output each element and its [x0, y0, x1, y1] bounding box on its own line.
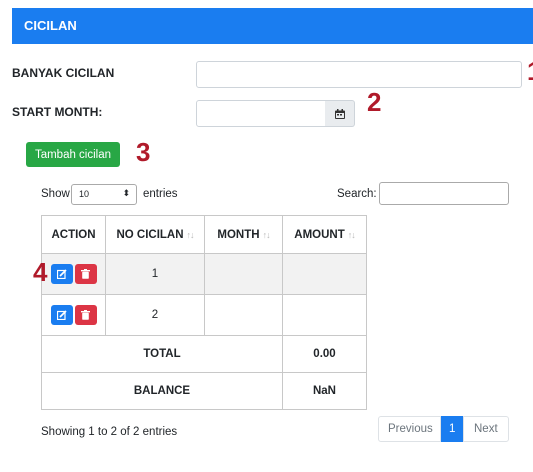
marker-2: 2 — [367, 87, 382, 117]
select-caret-icon: ⬍ — [122, 188, 130, 198]
col-no-cicilan[interactable]: NO CICILAN ↑↓ — [105, 215, 205, 254]
entries-select[interactable]: 10 ⬍ — [71, 184, 137, 205]
col-amount[interactable]: AMOUNT ↑↓ — [282, 215, 367, 254]
balance-label: BALANCE — [41, 372, 283, 410]
search-label: Search: — [337, 188, 377, 200]
calendar-icon — [335, 109, 345, 119]
trash-icon — [81, 310, 90, 320]
row-amount — [282, 253, 367, 295]
col-action: ACTION — [41, 215, 106, 254]
start-month-label: START MONTH: — [12, 105, 103, 119]
delete-button[interactable] — [74, 264, 97, 284]
banyak-cicilan-label: BANYAK CICILAN — [12, 66, 115, 80]
total-value: 0.00 — [282, 335, 367, 373]
trash-icon — [81, 269, 90, 279]
card-header: CICILAN — [12, 8, 533, 44]
start-month-input[interactable] — [196, 100, 326, 127]
calendar-button[interactable] — [325, 100, 355, 127]
entries-label: entries — [143, 188, 178, 200]
sort-icon: ↑↓ — [186, 229, 195, 240]
cicilan-table: ACTION NO CICILAN↑↓ MONTH↑↓ AMOUNT↑↓ — [41, 215, 367, 410]
marker-4: 4 — [33, 257, 48, 287]
edit-button[interactable] — [50, 305, 73, 325]
balance-value: NaN — [282, 372, 367, 410]
total-label: TOTAL — [41, 335, 283, 373]
marker-1: 1 — [527, 58, 533, 84]
sort-icon: ↑↓ — [262, 229, 271, 240]
card-title: CICILAN — [24, 18, 77, 33]
previous-button[interactable]: Previous — [378, 416, 441, 442]
row-actions — [41, 294, 106, 336]
row-no: 1 — [105, 253, 205, 295]
row-amount — [282, 294, 367, 336]
marker-3: 3 — [136, 137, 151, 167]
edit-icon — [56, 310, 67, 320]
page-1-button[interactable]: 1 — [441, 416, 463, 442]
search-input[interactable] — [379, 182, 509, 205]
col-month[interactable]: MONTH ↑↓ — [204, 215, 283, 254]
row-month — [204, 294, 283, 336]
row-month — [204, 253, 283, 295]
show-label: Show — [41, 188, 70, 200]
banyak-cicilan-input[interactable] — [196, 61, 522, 88]
total-row: TOTAL 0.00 — [41, 335, 367, 373]
balance-row: BALANCE NaN — [41, 372, 367, 410]
table-row: 2 — [41, 294, 367, 336]
next-button[interactable]: Next — [463, 416, 509, 442]
edit-button[interactable] — [50, 264, 73, 284]
row-actions — [41, 253, 106, 295]
table-row: 1 — [41, 253, 367, 295]
edit-icon — [56, 269, 67, 279]
tambah-cicilan-button[interactable]: Tambah cicilan — [26, 142, 120, 167]
table-info: Showing 1 to 2 of 2 entries — [41, 426, 178, 438]
row-no: 2 — [105, 294, 205, 336]
entries-select-value: 10 — [79, 189, 90, 199]
table-header-row: ACTION NO CICILAN ↑↓ MONTH ↑↓ AMOUNT ↑↓ — [41, 215, 367, 254]
delete-button[interactable] — [74, 305, 97, 325]
sort-icon: ↑↓ — [347, 229, 356, 240]
